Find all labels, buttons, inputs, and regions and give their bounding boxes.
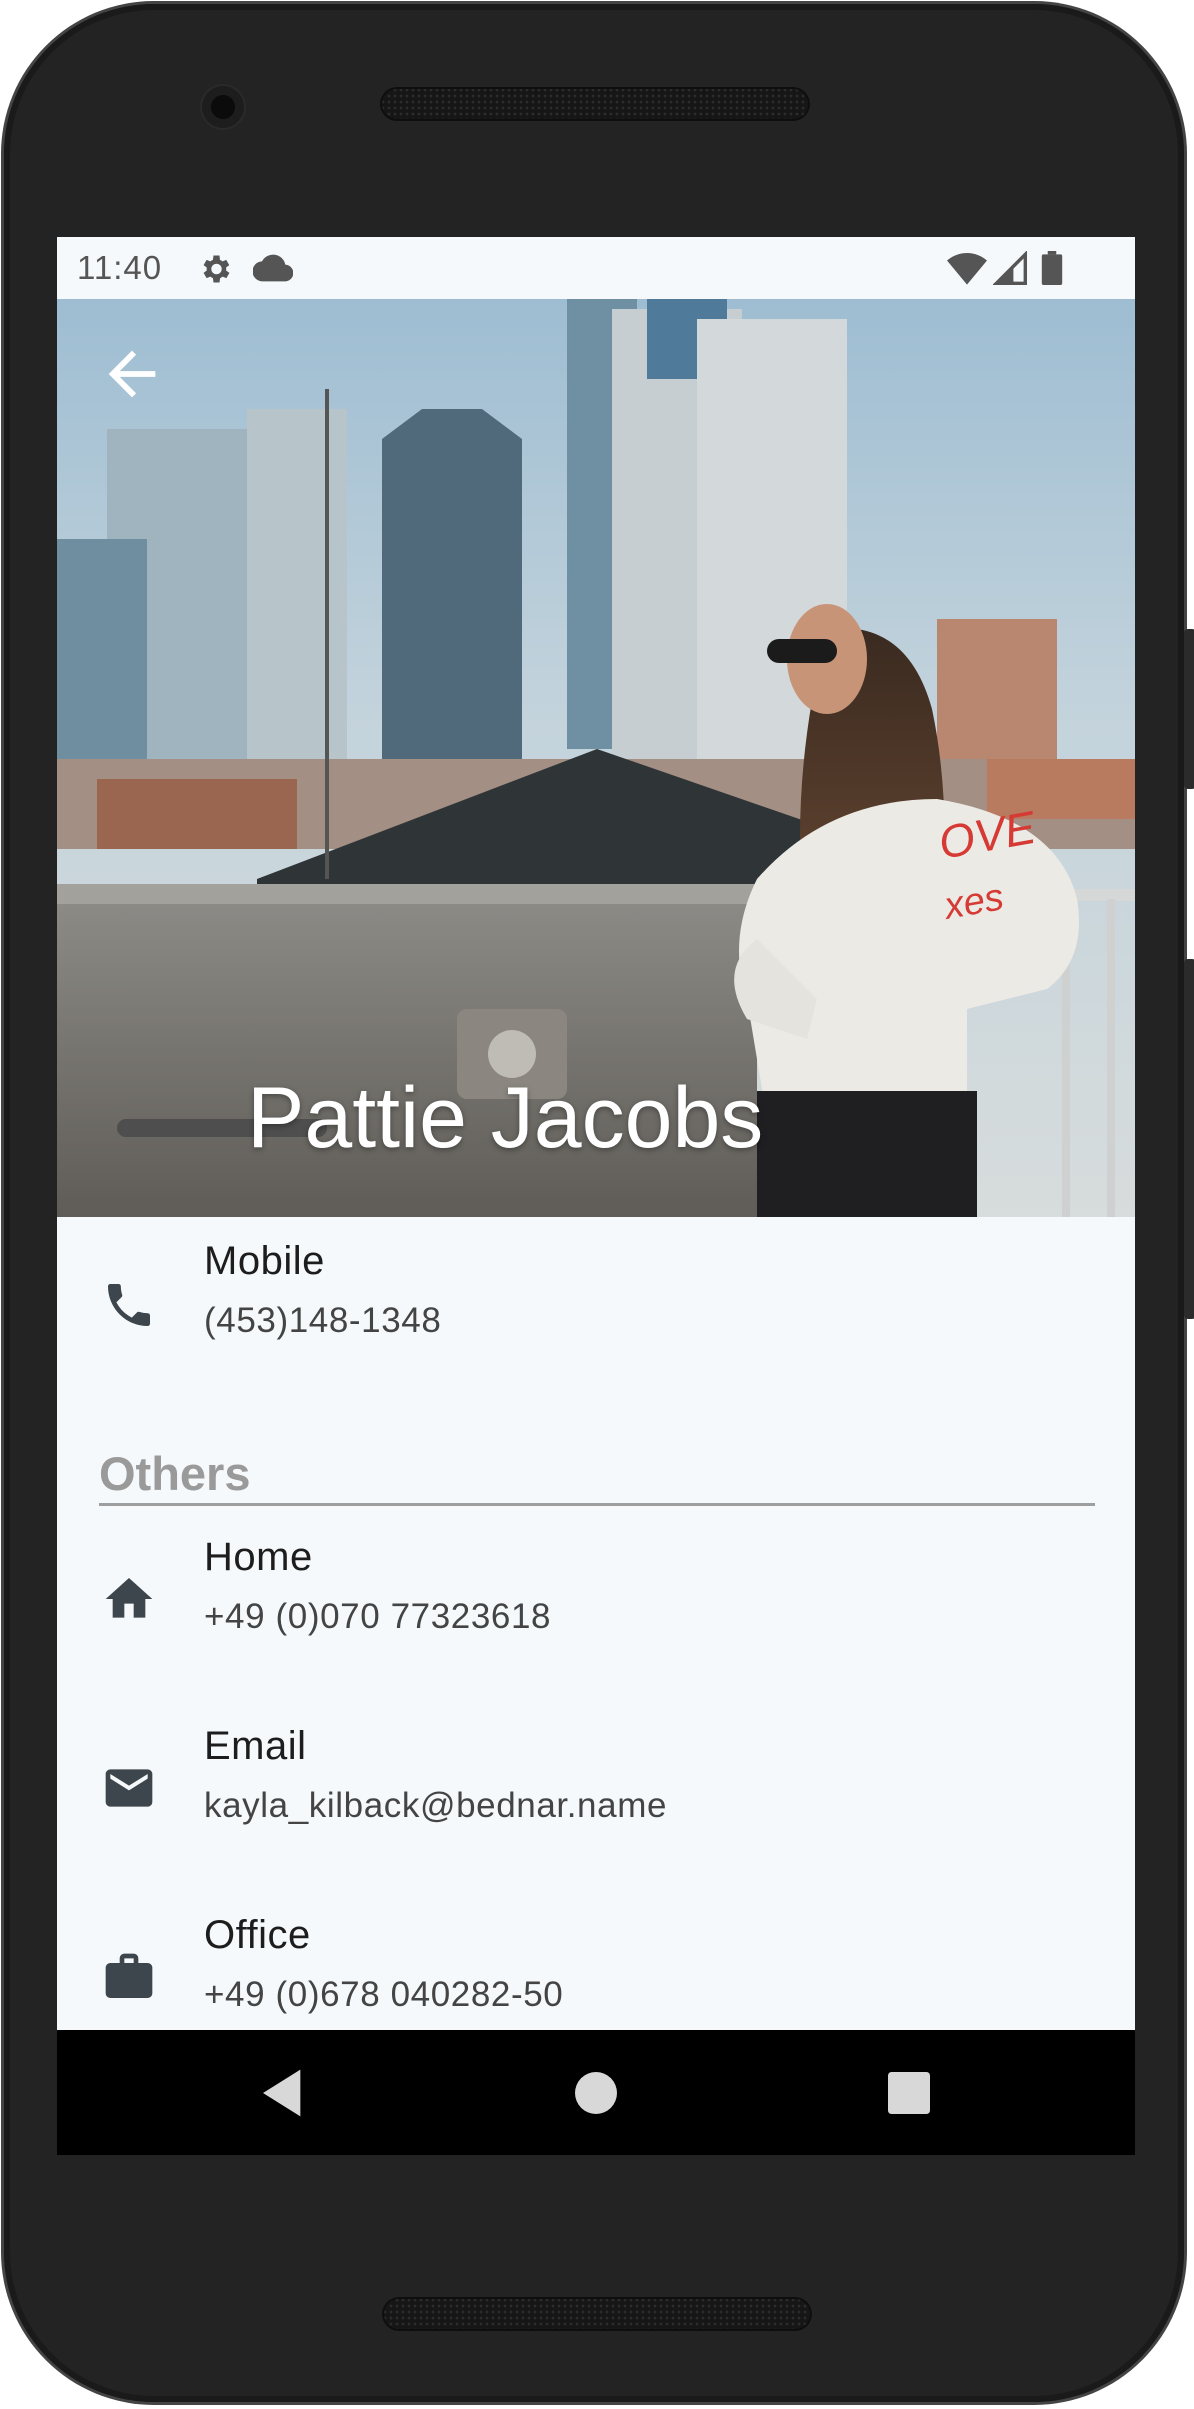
- battery-icon: [1041, 251, 1063, 293]
- gear-icon: [197, 251, 233, 295]
- status-time: 11:40: [77, 249, 163, 286]
- list-item-email[interactable]: Email kayla_kilback@bednar.name: [57, 1702, 1135, 1852]
- item-label: Office: [204, 1913, 311, 1957]
- volume-button: [1184, 959, 1194, 1319]
- item-label: Home: [204, 1535, 313, 1579]
- item-value: kayla_kilback@bednar.name: [204, 1786, 668, 1825]
- contact-details: Mobile (453)148-1348 Others Home +49 (0)…: [57, 1217, 1135, 2155]
- home-circle-icon[interactable]: [568, 2065, 624, 2121]
- wifi-icon: [947, 251, 987, 293]
- system-nav-bar: [57, 2030, 1135, 2155]
- item-label: Email: [204, 1724, 307, 1768]
- briefcase-icon: [105, 1953, 153, 1998]
- list-item-office[interactable]: Office +49 (0)678 040282-50: [57, 1891, 1135, 2041]
- section-title: Others: [99, 1447, 251, 1500]
- phone-frame: 11:40 OVE xes Pattie Jacobs Mobile (453)…: [4, 4, 1194, 2402]
- signal-icon: [992, 250, 1027, 293]
- back-triangle-icon[interactable]: [256, 2065, 312, 2121]
- top-speaker-grille: [380, 87, 810, 121]
- list-item-mobile[interactable]: Mobile (453)148-1348: [57, 1217, 1135, 1367]
- recents-square-icon[interactable]: [881, 2065, 937, 2121]
- contact-name: Pattie Jacobs: [247, 1070, 764, 1166]
- arrow-back-icon: [108, 350, 156, 398]
- item-value: +49 (0)070 77323618: [204, 1597, 552, 1636]
- item-label: Mobile: [204, 1239, 325, 1283]
- contact-header-image: OVE xes Pattie Jacobs: [57, 299, 1135, 1217]
- divider: [99, 1503, 1095, 1506]
- power-button: [1184, 629, 1194, 789]
- phone-icon: [108, 1284, 150, 1326]
- home-icon: [105, 1578, 153, 1618]
- back-button[interactable]: [97, 339, 167, 409]
- front-camera: [202, 86, 244, 128]
- item-value: +49 (0)678 040282-50: [204, 1975, 564, 2014]
- email-icon: [105, 1769, 153, 1807]
- item-value: (453)148-1348: [204, 1301, 442, 1340]
- cloud-icon: [252, 253, 294, 291]
- bottom-speaker-grille: [382, 2297, 812, 2331]
- screen: 11:40 OVE xes Pattie Jacobs Mobile (453)…: [57, 237, 1135, 2155]
- status-bar: 11:40: [57, 237, 1135, 299]
- list-item-home[interactable]: Home +49 (0)070 77323618: [57, 1513, 1135, 1663]
